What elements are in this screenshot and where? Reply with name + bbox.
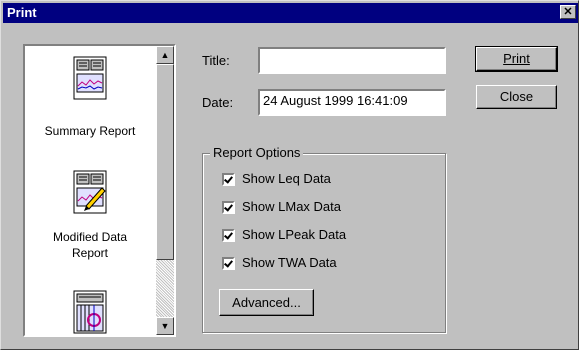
close-icon: ✕ [563, 6, 573, 18]
print-dialog: Print ✕ Summary Report Modified Data Rep… [0, 0, 579, 350]
chart-report-icon [73, 290, 107, 334]
report-options-title: Report Options [210, 145, 304, 160]
list-scrollbar[interactable]: ▲ ▼ [156, 46, 174, 335]
show-lmax-label[interactable]: Show LMax Data [242, 199, 341, 214]
report-list-items: Summary Report Modified Data Report [25, 46, 155, 335]
list-item-summary-report[interactable]: Summary Report [25, 52, 155, 152]
show-twa-label[interactable]: Show TWA Data [242, 255, 337, 270]
show-lpeak-checkbox[interactable] [222, 229, 235, 242]
modified-data-report-icon [73, 170, 107, 214]
close-button[interactable]: Close [476, 85, 557, 109]
date-label: Date: [202, 95, 234, 110]
list-item-chart-report[interactable] [25, 286, 155, 335]
advanced-button-label: Advanced... [232, 295, 301, 310]
show-twa-checkbox[interactable] [222, 257, 235, 270]
title-label: Title: [202, 53, 230, 68]
print-button-label: Print [503, 51, 530, 66]
list-item-modified-data-report[interactable]: Modified Data Report [25, 166, 155, 276]
window-title: Print [7, 5, 37, 20]
show-lmax-checkbox[interactable] [222, 201, 235, 214]
title-input[interactable] [258, 47, 446, 74]
show-lpeak-label[interactable]: Show LPeak Data [242, 227, 346, 242]
report-list[interactable]: Summary Report Modified Data Report ▲ ▼ [23, 44, 176, 337]
down-arrow-icon: ▼ [160, 321, 170, 331]
up-arrow-icon: ▲ [160, 50, 170, 60]
scroll-down-button[interactable]: ▼ [156, 317, 174, 335]
date-input[interactable]: 24 August 1999 16:41:09 [258, 89, 446, 116]
scroll-up-button[interactable]: ▲ [156, 46, 174, 64]
print-button[interactable]: Print [475, 46, 558, 72]
summary-report-icon [73, 56, 107, 100]
scroll-thumb[interactable] [156, 64, 174, 260]
advanced-button[interactable]: Advanced... [219, 289, 314, 316]
title-bar[interactable]: Print ✕ [3, 3, 578, 23]
list-item-label: Summary Report [44, 124, 136, 138]
list-item-label-line1: Modified Data [52, 230, 128, 244]
show-leq-checkbox[interactable] [222, 173, 235, 186]
close-button-label: Close [499, 89, 534, 104]
list-item-label-line2: Report [71, 246, 109, 260]
show-leq-label[interactable]: Show Leq Data [242, 171, 331, 186]
close-window-button[interactable]: ✕ [560, 5, 576, 19]
